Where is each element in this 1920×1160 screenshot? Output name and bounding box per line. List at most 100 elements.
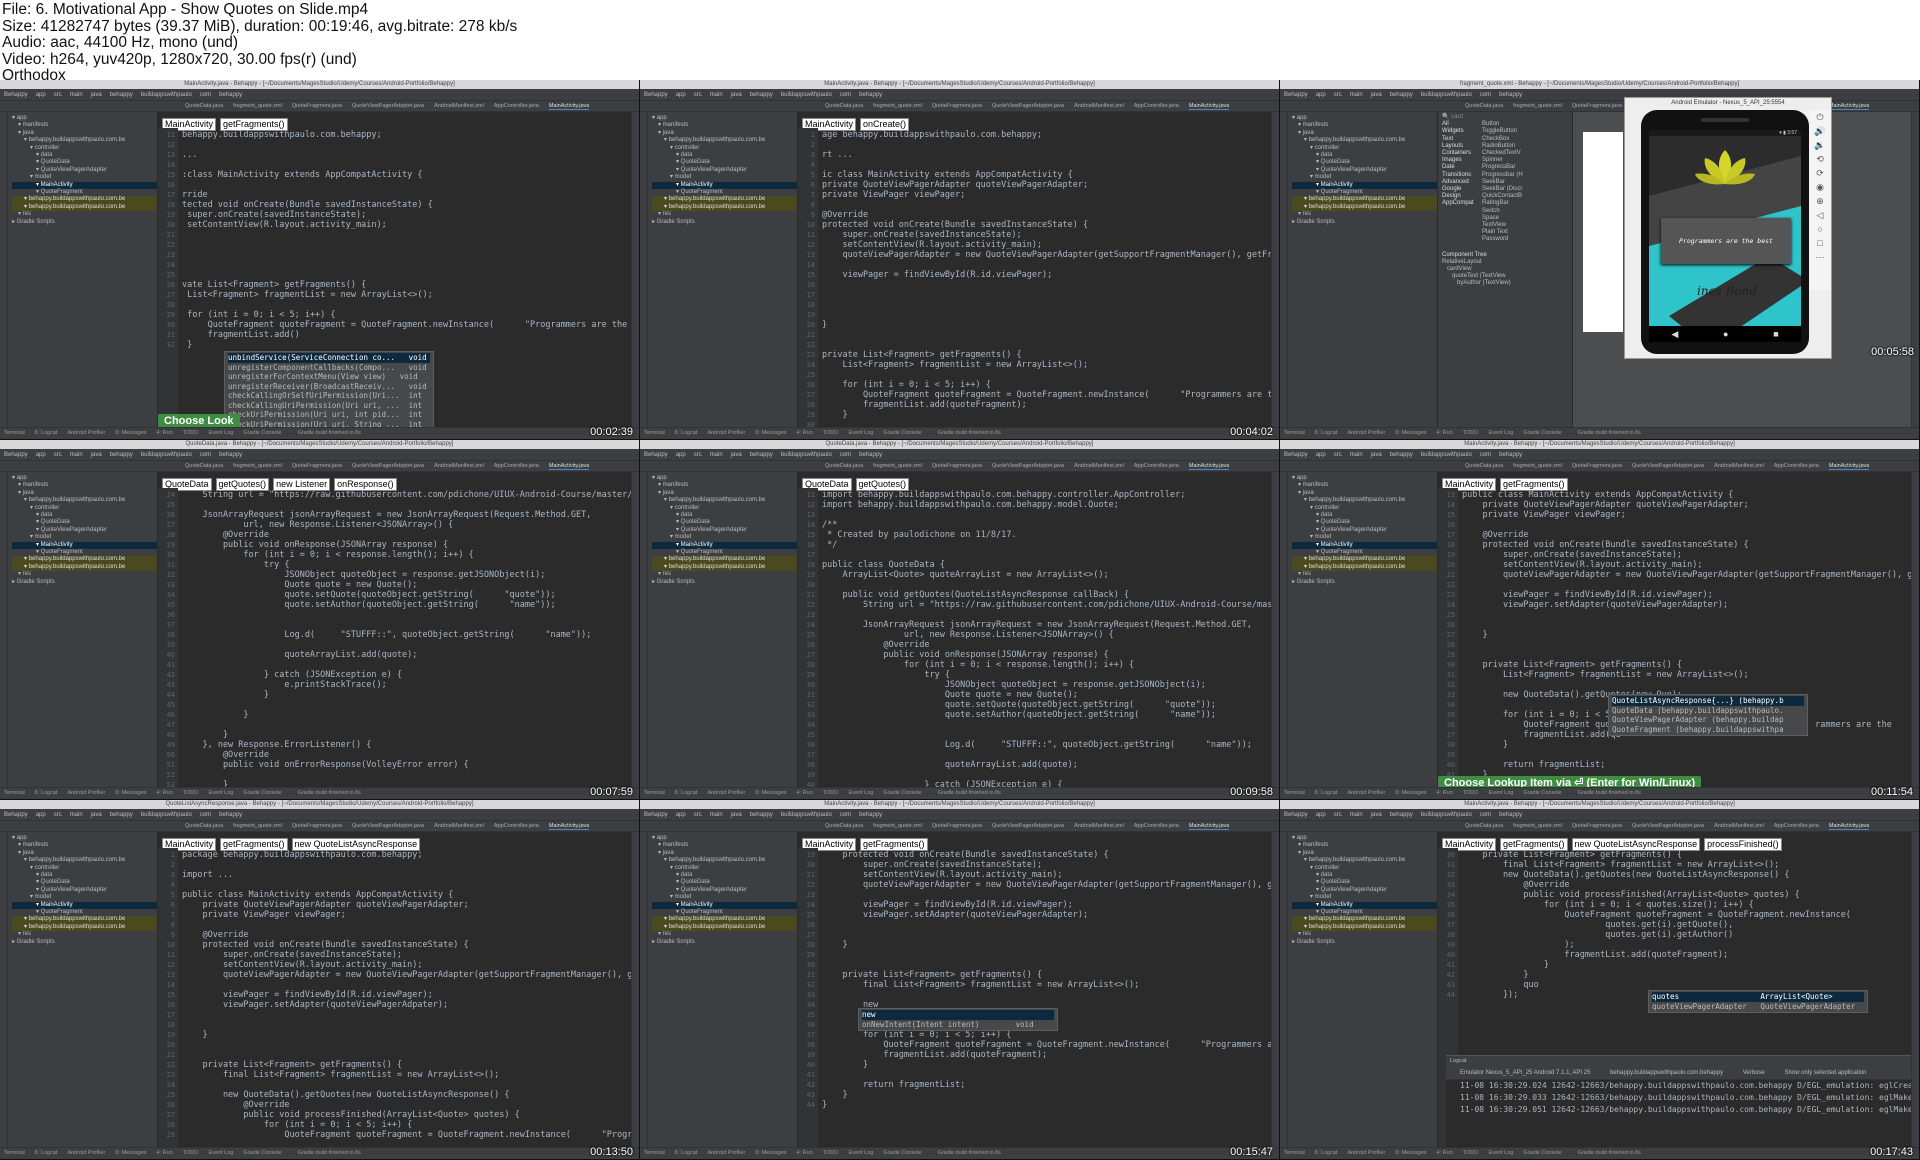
code-line[interactable]: public void onResponse(JSONArray respons… bbox=[822, 650, 1271, 660]
ide-toolbar[interactable]: Behappy app src main java behappy buildappswit… bbox=[640, 89, 1279, 101]
project-tree-node[interactable]: ▾ QuoteFragment bbox=[652, 189, 797, 196]
project-tree-node[interactable]: ▾ QuoteFragment bbox=[12, 909, 157, 916]
project-tree-node[interactable]: ▾ behappy.buildappswithpaulo.com.be bbox=[1292, 497, 1437, 504]
editor-tab[interactable]: QuoteViewPagerAdapter.java bbox=[992, 463, 1064, 469]
bottom-tool-button[interactable]: Event Log bbox=[1489, 430, 1514, 436]
project-tree-node[interactable]: ▾ model bbox=[1292, 174, 1437, 181]
editor-tabs[interactable]: QuoteData.java fragment_quote.xml QuoteFra… bbox=[640, 101, 1279, 112]
bottom-tool-button[interactable]: Android Profiler bbox=[707, 430, 745, 436]
project-tree-node[interactable]: ▾ behappy.buildappswithpaulo.com.be bbox=[12, 497, 157, 504]
toolbar-breadcrumb-item[interactable]: com bbox=[200, 92, 211, 98]
bottom-tool-button[interactable]: Android Profiler bbox=[707, 1150, 745, 1156]
code-line[interactable]: quotes.get(i).getQuote(), bbox=[1462, 920, 1911, 930]
toolbar-breadcrumb-item[interactable]: Behappy bbox=[644, 92, 668, 98]
project-tree-node[interactable]: ▾ controller bbox=[12, 505, 157, 512]
editor-tab[interactable]: QuoteViewPagerAdapter.java bbox=[352, 463, 424, 469]
project-tree-node[interactable]: ▾ model bbox=[12, 894, 157, 901]
palette-group[interactable]: Transitions bbox=[1442, 172, 1482, 179]
toolbar-breadcrumb-item[interactable]: src bbox=[694, 812, 702, 818]
project-tree-node[interactable]: ▾ data bbox=[652, 872, 797, 879]
code-line[interactable]: public void onErrorResponse(VolleyError … bbox=[182, 760, 631, 770]
code-line[interactable]: quotes.get(i).getAuthor() bbox=[1462, 930, 1911, 940]
toolbar-breadcrumb-item[interactable]: behappy bbox=[110, 452, 133, 458]
ide-toolbar[interactable]: Behappy app src main java behappy buildappswit… bbox=[1280, 449, 1919, 461]
bottom-tool-button[interactable]: Gradle Console bbox=[243, 430, 281, 436]
toolbar-breadcrumb-item[interactable]: app bbox=[676, 812, 686, 818]
bottom-tool-button[interactable]: Gradle Console bbox=[883, 430, 921, 436]
project-tree-node[interactable]: ▸ Gradle Scripts bbox=[652, 579, 797, 586]
bottom-tool-button[interactable]: Event Log bbox=[1489, 1150, 1514, 1156]
project-tree-node[interactable]: ▾ QuoteFragment bbox=[1292, 189, 1437, 196]
project-tree-node[interactable]: ▾ QuoteFragment bbox=[652, 909, 797, 916]
code-line[interactable]: }, new Response.ErrorListener() { bbox=[182, 740, 631, 750]
project-tree-node[interactable]: ▾ QuoteData bbox=[12, 519, 157, 526]
code-line[interactable] bbox=[1462, 640, 1911, 650]
code-line[interactable]: @Override bbox=[822, 640, 1271, 650]
project-tree[interactable]: ▾ app ▾ manifests ▾ java ▾ behappy.buildapp… bbox=[648, 112, 798, 427]
toolbar-breadcrumb-item[interactable]: Behappy bbox=[1284, 92, 1308, 98]
bottom-tool-button[interactable]: 4: Run bbox=[157, 790, 173, 796]
code-line[interactable]: QuoteFragment quoteFragment = QuoteFragm… bbox=[182, 320, 631, 330]
breadcrumb[interactable]: MainActivity getFragments() bbox=[798, 834, 928, 851]
logcat-toolbar[interactable]: Emulator Nexus_5_API_25 Android 7.1.1, A… bbox=[1446, 1066, 1911, 1080]
toolbar-breadcrumb-item[interactable]: main bbox=[70, 92, 83, 98]
toolbar-breadcrumb-item[interactable]: java bbox=[731, 812, 742, 818]
palette-group[interactable]: Images bbox=[1442, 157, 1482, 164]
project-tree-node[interactable]: ▾ manifests bbox=[652, 842, 797, 849]
palette-item[interactable]: Progressbar (H bbox=[1482, 172, 1523, 179]
editor-tab[interactable]: MainActivity.java bbox=[1188, 463, 1230, 470]
code-line[interactable]: for (int i = 0; i < 5; i++) { bbox=[822, 1030, 1271, 1040]
code-line[interactable]: String url = "https://raw.githubusercont… bbox=[822, 600, 1271, 610]
bottom-tool-button[interactable]: Terminal bbox=[644, 790, 665, 796]
toolbar-breadcrumb-item[interactable]: Behappy bbox=[4, 92, 28, 98]
palette-item[interactable]: Button bbox=[1482, 121, 1523, 128]
home-icon[interactable]: ● bbox=[1723, 329, 1728, 339]
project-tree-node[interactable]: ▾ behappy.buildappswithpaulo.com.be bbox=[1292, 137, 1437, 144]
bottom-tool-button[interactable]: TODO bbox=[1463, 790, 1479, 796]
code-editor[interactable]: QuoteData getQuotes() new Listener onRespon… bbox=[158, 472, 631, 787]
project-tree-node[interactable]: ▾ behappy.buildappswithpaulo.com.be bbox=[12, 857, 157, 864]
project-tree[interactable]: ▾ app ▾ manifests ▾ java ▾ behappy.buildapp… bbox=[1288, 832, 1438, 1147]
project-tree-node[interactable]: ▾ behappy.buildappswithpaulo.com.be bbox=[652, 137, 797, 144]
project-tree-node[interactable]: ▾ QuoteViewPagerAdapter bbox=[652, 527, 797, 534]
code-line[interactable]: } bbox=[1462, 960, 1911, 970]
device-selector[interactable]: Emulator Nexus_5_API_25 Android 7.1.1, A… bbox=[1460, 1070, 1590, 1076]
code-line[interactable]: } catch (JSONException e) { bbox=[822, 780, 1271, 787]
code-lines[interactable]: age behappy.buildappswithpaulo.com.behap… bbox=[822, 130, 1271, 427]
ide-toolbar[interactable]: Behappy app src main java behappy buildappswit… bbox=[0, 809, 639, 821]
code-line[interactable]: private List<Fragment> getFragments() { bbox=[822, 970, 1271, 980]
project-tree-node[interactable]: ▾ controller bbox=[12, 865, 157, 872]
bottom-tool-button[interactable]: TODO bbox=[1463, 430, 1479, 436]
project-tree-node[interactable]: ▾ QuoteViewPagerAdapter bbox=[652, 167, 797, 174]
toolbar-breadcrumb-item[interactable]: buildappswithpaulo bbox=[781, 812, 832, 818]
project-tree-node[interactable]: ▾ model bbox=[1292, 534, 1437, 541]
bottom-tool-button[interactable]: TODO bbox=[823, 430, 839, 436]
code-line[interactable]: package behappy.buildappswithpaulo.com.b… bbox=[182, 850, 631, 860]
project-tree-node[interactable]: ▾ manifests bbox=[652, 122, 797, 129]
project-tree-node[interactable]: ▾ controller bbox=[1292, 505, 1437, 512]
code-line[interactable]: fragmentList.add(quoteFragment); bbox=[822, 1050, 1271, 1060]
code-line[interactable]: ic class MainActivity extends AppCompatA… bbox=[822, 170, 1271, 180]
code-line[interactable]: :class MainActivity extends AppCompatAct… bbox=[182, 170, 631, 180]
code-line[interactable] bbox=[1462, 610, 1911, 620]
project-tree-node[interactable]: ▾ MainActivity bbox=[652, 541, 797, 550]
toolbar-breadcrumb-item[interactable]: com bbox=[1480, 452, 1491, 458]
editor-tab[interactable]: MainActivity.java bbox=[548, 823, 590, 830]
toolbar-breadcrumb-item[interactable]: behappy bbox=[219, 92, 242, 98]
project-tree-node[interactable]: ▾ behappy.buildappswithpaulo.com.be bbox=[12, 556, 157, 564]
back-icon[interactable]: ◀ bbox=[1671, 329, 1678, 340]
code-line[interactable]: rt ... bbox=[822, 150, 1271, 160]
editor-tab[interactable]: AndroidManifest.xml bbox=[1074, 823, 1124, 829]
palette-item[interactable]: CheckBox bbox=[1482, 136, 1523, 143]
editor-tab[interactable]: QuoteData.java bbox=[825, 103, 863, 109]
project-tree[interactable]: ▾ app ▾ manifests ▾ java ▾ behappy.buildapp… bbox=[8, 832, 158, 1147]
bottom-tool-button[interactable]: 6: Logcat bbox=[1315, 790, 1338, 796]
code-line[interactable] bbox=[822, 300, 1271, 310]
bottom-tool-button[interactable]: 0: Messages bbox=[755, 1150, 786, 1156]
code-line[interactable] bbox=[822, 310, 1271, 320]
project-tree-node[interactable]: ▾ QuoteData bbox=[12, 879, 157, 886]
component-tree[interactable]: RelativeLayout cardView quoteText (TextVie… bbox=[1442, 259, 1572, 288]
code-line[interactable] bbox=[822, 610, 1271, 620]
code-line[interactable] bbox=[822, 960, 1271, 970]
toolbar-breadcrumb-item[interactable]: app bbox=[676, 92, 686, 98]
